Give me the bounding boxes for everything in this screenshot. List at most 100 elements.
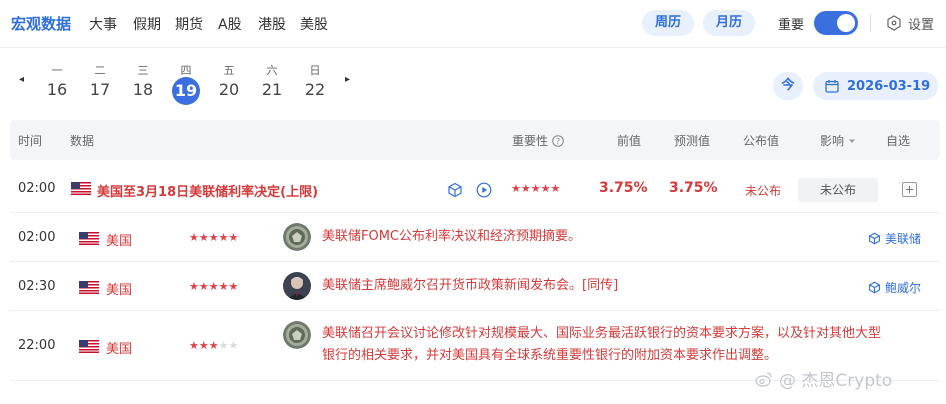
importance-toggle[interactable]: [814, 11, 858, 35]
tag-label: 鲍威尔: [885, 281, 922, 295]
importance-stars: ★★★★★: [189, 339, 239, 352]
importance-stars: ★★★★★: [189, 280, 239, 293]
importance-stars: ★★★★★: [189, 231, 239, 244]
header-impact[interactable]: 影响: [820, 132, 856, 149]
tab-holidays[interactable]: 假期: [133, 14, 161, 34]
help-circle-icon: ?: [552, 134, 564, 147]
header-impact-label: 影响: [820, 134, 845, 148]
forecast-value: 3.75%: [669, 180, 718, 196]
weibo-logo-icon: [755, 371, 772, 387]
importance-stars: ★★★★★: [511, 182, 561, 195]
settings-button[interactable]: 设置: [886, 12, 934, 34]
next-week-arrow-icon[interactable]: ▸: [345, 74, 350, 85]
watermark: @ 杰恩Crypto: [755, 366, 892, 391]
day-fri[interactable]: 五 20: [213, 62, 245, 100]
row-time: 02:00: [18, 181, 56, 196]
day-number: 21: [261, 80, 283, 99]
us-flag-icon: [79, 232, 99, 245]
country-name: 美国: [106, 234, 133, 249]
day-sat[interactable]: 六 21: [256, 62, 288, 100]
row-time: 22:00: [18, 338, 56, 353]
today-button[interactable]: 今: [773, 72, 803, 100]
divider: [870, 14, 871, 32]
current-date: 2026-03-19: [847, 78, 931, 94]
day-number: 16: [46, 80, 68, 99]
settings-label: 设置: [908, 17, 935, 33]
tab-futures[interactable]: 期货: [175, 14, 203, 34]
us-flag-icon: [79, 340, 99, 353]
country-name: 美国: [106, 342, 133, 357]
event-tag[interactable]: 美联储: [868, 230, 921, 247]
watermark-text: @ 杰恩Crypto: [779, 371, 893, 391]
header-time: 时间: [18, 134, 43, 148]
actual-value: 未公布: [745, 184, 782, 198]
day-sun[interactable]: 日 22: [299, 62, 331, 100]
weekday-label: 日: [309, 64, 321, 77]
caret-down-icon: [849, 139, 856, 143]
tab-macro-data[interactable]: 宏观数据: [11, 13, 71, 34]
date-picker[interactable]: 2026-03-19: [813, 72, 938, 100]
day-tue[interactable]: 二 17: [84, 62, 116, 100]
cube-icon: [869, 232, 880, 245]
us-flag-icon: [71, 182, 91, 195]
weekday-label: 四: [180, 64, 192, 77]
header-importance[interactable]: 重要性 ?: [512, 132, 564, 149]
day-number: 17: [89, 80, 111, 99]
previous-value: 3.75%: [599, 180, 648, 196]
tab-major-events[interactable]: 大事: [89, 14, 117, 34]
country-name: 美国: [106, 283, 133, 298]
row-time: 02:30: [18, 279, 56, 294]
day-number: 20: [218, 80, 240, 99]
day-thu-selected[interactable]: 四 19: [170, 62, 202, 105]
fed-seal-icon: [283, 321, 311, 349]
event-tag[interactable]: 鲍威尔: [868, 279, 921, 296]
row-time: 02:00: [18, 230, 56, 245]
weekday-label: 五: [223, 64, 235, 77]
tag-label: 美联储: [885, 232, 922, 246]
importance-label: 重要: [778, 18, 805, 33]
svg-text:?: ?: [556, 137, 560, 146]
hexagon-settings-icon: [887, 15, 901, 31]
header-previous: 前值: [617, 134, 642, 148]
fed-seal-icon: [283, 223, 311, 251]
event-title[interactable]: 美国至3月18日美联储利率决定(上限): [97, 181, 318, 200]
weekday-label: 一: [51, 64, 63, 77]
header-actual: 公布值: [743, 134, 780, 148]
event-description: 美联储召开会议讨论修改针对规模最大、国际业务最活跃银行的资本要求方案，以及针对其…: [322, 323, 881, 367]
description-line: 美联储召开会议讨论修改针对规模最大、国际业务最活跃银行的资本要求方案，以及针对其…: [322, 326, 882, 341]
event-row[interactable]: 02:30 美国 ★★★★★ 美联储主席鲍威尔召开货币政策新闻发布会。[同传] …: [10, 262, 940, 311]
month-view-button[interactable]: 月历: [703, 10, 755, 36]
top-navigation: 宏观数据 大事 假期 期货 A股 港股 美股 周历 月历 重要 设置: [0, 0, 946, 48]
week-view-button[interactable]: 周历: [642, 10, 694, 36]
day-wed[interactable]: 三 18: [127, 62, 159, 100]
calendar-icon: [825, 80, 839, 93]
tab-hk-stocks[interactable]: 港股: [258, 14, 286, 34]
us-flag-icon: [79, 281, 99, 294]
day-mon[interactable]: 一 16: [41, 62, 73, 100]
table-header: 时间 数据 重要性 ? 前值 预测值 公布值 影响 自选: [10, 120, 940, 160]
description-line: 银行的相关要求，并对美国具有全球系统重要性银行的附加资本要求作出调整。: [322, 348, 778, 363]
tab-a-shares[interactable]: A股: [218, 14, 242, 34]
weekday-label: 三: [137, 64, 149, 77]
header-forecast: 预测值: [674, 134, 711, 148]
impact-badge: 未公布: [798, 178, 878, 202]
data-row[interactable]: 02:00 美国至3月18日美联储利率决定(上限) ★★★★★ 3.75% 3.…: [10, 160, 940, 213]
event-description: 美联储FOMC公布利率决议和经济预期摘要。: [322, 229, 582, 244]
weekday-label: 六: [266, 64, 278, 77]
person-avatar-icon: [283, 272, 311, 300]
day-number: 19: [172, 77, 200, 105]
weekday-label: 二: [94, 64, 106, 77]
cube-icon: [869, 281, 880, 294]
play-circle-icon[interactable]: [476, 182, 492, 198]
day-number: 18: [132, 80, 154, 99]
header-data: 数据: [70, 134, 95, 148]
header-importance-label: 重要性: [512, 134, 549, 148]
day-number: 22: [304, 80, 326, 99]
event-row[interactable]: 02:00 美国 ★★★★★ 美联储FOMC公布利率决议和经济预期摘要。 美联储: [10, 213, 940, 262]
add-watchlist-icon[interactable]: [902, 182, 917, 197]
tab-us-stocks[interactable]: 美股: [300, 14, 328, 34]
cube-icon[interactable]: [447, 182, 463, 198]
prev-week-arrow-icon[interactable]: ◂: [19, 74, 24, 85]
toggle-knob: [837, 14, 855, 32]
event-description: 美联储主席鲍威尔召开货币政策新闻发布会。[同传]: [322, 278, 619, 293]
